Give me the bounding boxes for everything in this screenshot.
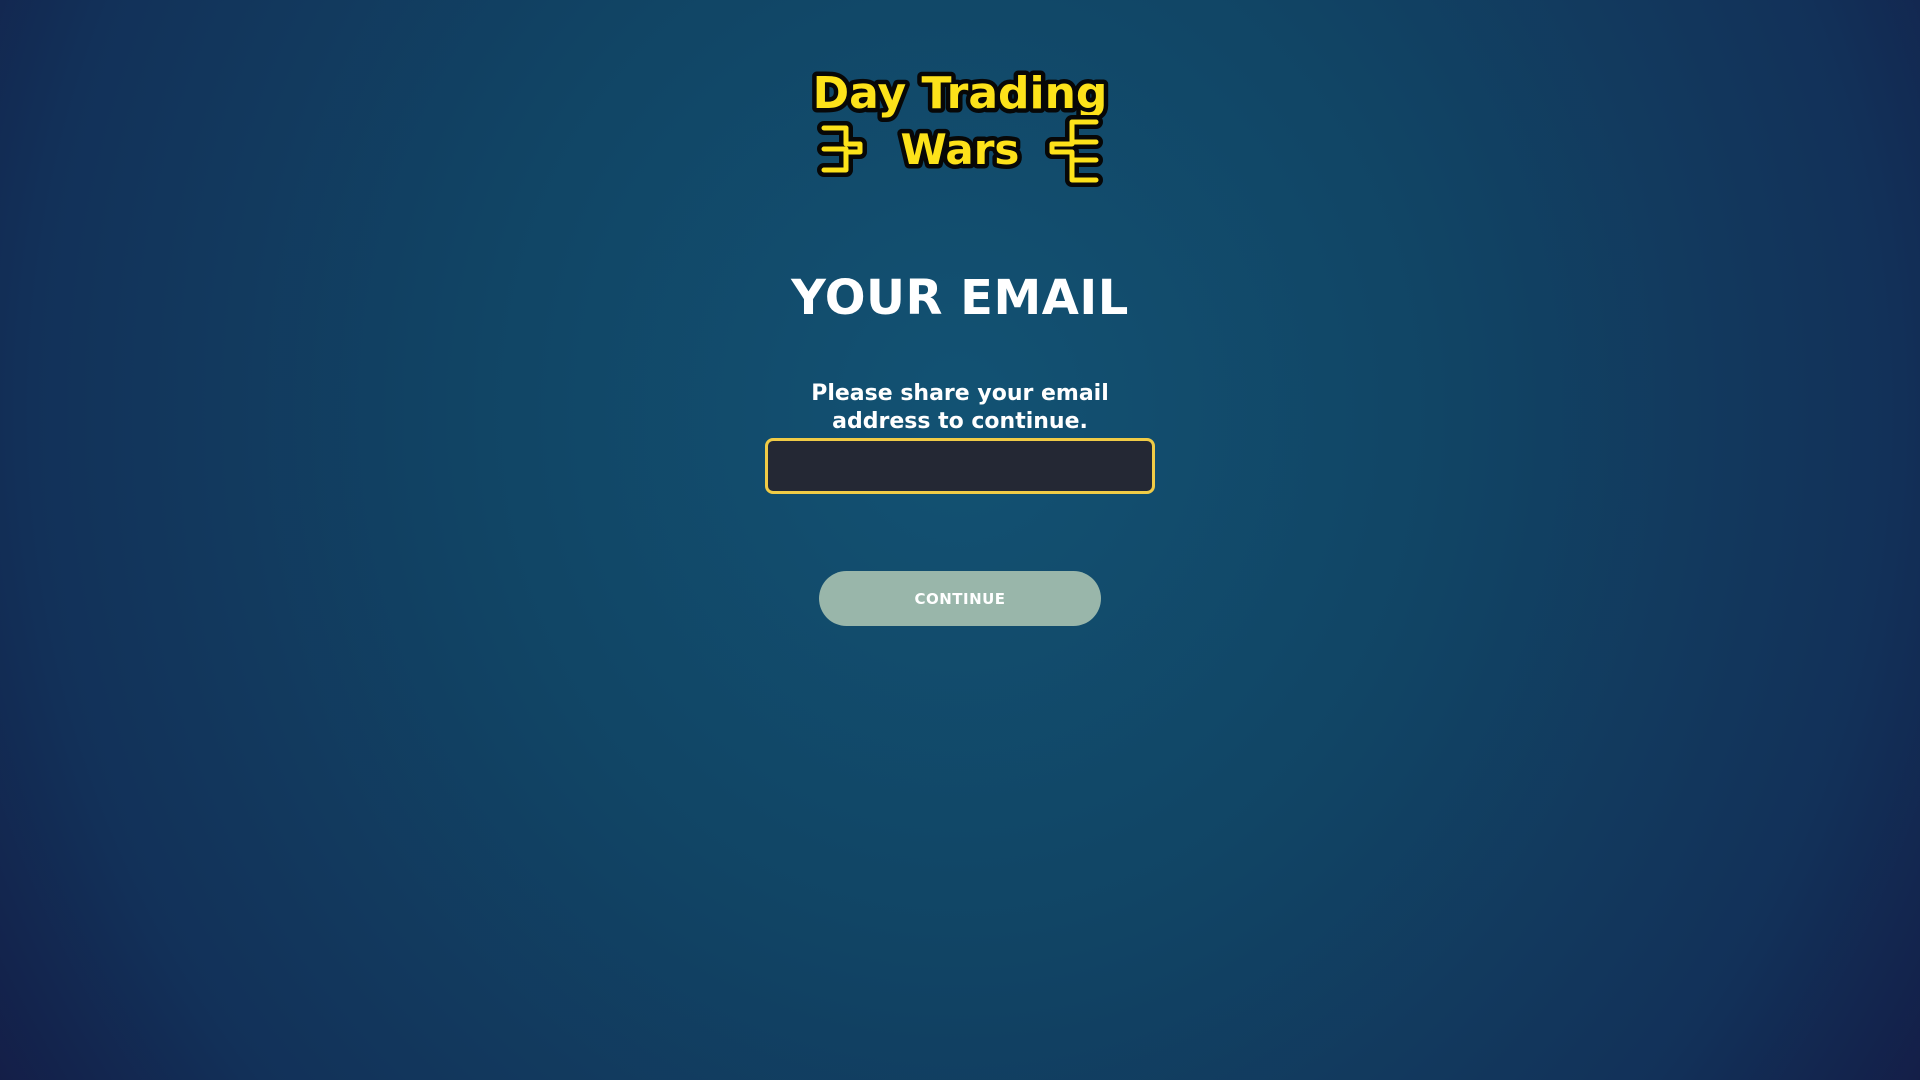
email-field[interactable] <box>765 438 1155 494</box>
logo-line-1: Day Trading <box>813 68 1108 119</box>
page-title: YOUR EMAIL <box>791 270 1129 326</box>
logo: Day Trading Wars <box>806 60 1114 200</box>
logo-graphic: Day Trading Wars <box>808 64 1112 187</box>
right-bracket-icon <box>1045 115 1103 187</box>
left-bracket-icon <box>817 121 867 177</box>
continue-button[interactable]: CONTINUE <box>819 571 1101 626</box>
email-prompt: Please share your email address to conti… <box>811 381 1109 434</box>
logo-line-2: Wars <box>901 125 1020 174</box>
